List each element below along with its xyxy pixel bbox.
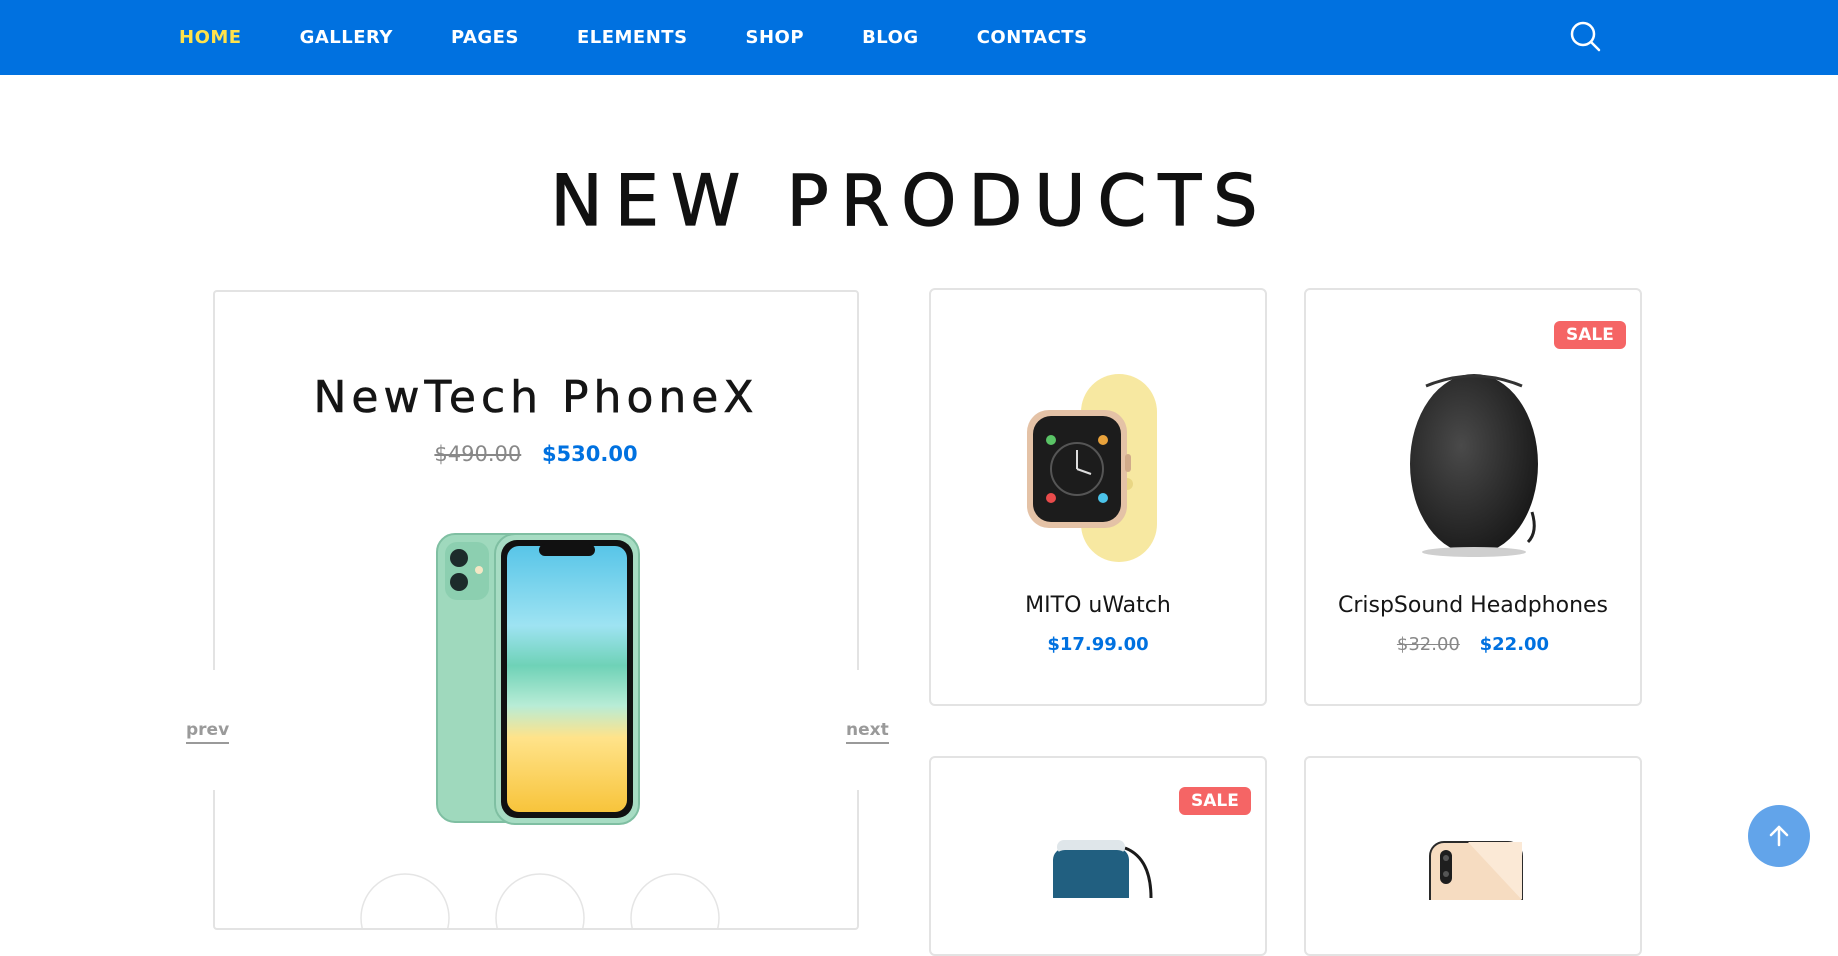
product-prices: $17.99.00 (931, 634, 1265, 655)
scroll-to-top-button[interactable] (1748, 805, 1810, 867)
slider-next-wrap: next (836, 670, 912, 790)
product-name: MITO uWatch (1025, 593, 1171, 618)
nav-item-home[interactable]: HOME (179, 27, 242, 48)
product-old-price: $32.00 (1396, 634, 1460, 655)
sale-badge: SALE (1179, 787, 1251, 815)
headphones-case-image (1410, 374, 1538, 557)
product-price: $22.00 (1479, 634, 1550, 655)
featured-old-price: $490.00 (434, 442, 522, 466)
nav-item-shop[interactable]: SHOP (746, 27, 805, 48)
product-price: $17.99.00 (1047, 634, 1149, 655)
product-card-speaker[interactable]: SALE (929, 756, 1267, 956)
section-title: NEW PRODUCTS (550, 159, 1270, 242)
featured-price: $530.00 (541, 442, 638, 466)
search-button[interactable] (1566, 17, 1606, 57)
nav-item-pages[interactable]: PAGES (451, 27, 519, 48)
color-options (360, 873, 720, 928)
product-prices: $32.00 $22.00 (1306, 634, 1640, 655)
next-button[interactable]: next (846, 720, 889, 744)
featured-product-card[interactable]: NewTech PhoneX $490.00 $530.00 (213, 290, 859, 930)
speaker-image (1053, 840, 1153, 898)
phone-image (436, 533, 640, 825)
product-name: CrispSound Headphones (1337, 593, 1609, 618)
phone-gold-image (1429, 841, 1523, 900)
product-card-phone[interactable] (1304, 756, 1642, 956)
product-card-watch[interactable]: MITO uWatch $17.99.00 (929, 288, 1267, 706)
sale-badge: SALE (1554, 321, 1626, 349)
top-navbar: HOME GALLERY PAGES ELEMENTS SHOP BLOG CO… (0, 0, 1838, 75)
featured-product-prices: $490.00 $530.00 (215, 442, 857, 466)
nav-item-gallery[interactable]: GALLERY (300, 27, 393, 48)
product-card-headphones[interactable]: SALE CrispSound Headphones $32.00 $22.00 (1304, 288, 1642, 706)
arrow-up-icon (1769, 825, 1789, 847)
nav-item-contacts[interactable]: CONTACTS (977, 27, 1088, 48)
featured-product-name: NewTech PhoneX (313, 372, 759, 424)
main-nav: HOME GALLERY PAGES ELEMENTS SHOP BLOG CO… (179, 0, 1146, 75)
watch-image (1027, 374, 1157, 562)
slider-prev-wrap: prev (180, 670, 256, 790)
nav-item-elements[interactable]: ELEMENTS (577, 27, 688, 48)
search-icon (1570, 21, 1601, 52)
prev-button[interactable]: prev (186, 720, 230, 744)
nav-item-blog[interactable]: BLOG (862, 27, 919, 48)
